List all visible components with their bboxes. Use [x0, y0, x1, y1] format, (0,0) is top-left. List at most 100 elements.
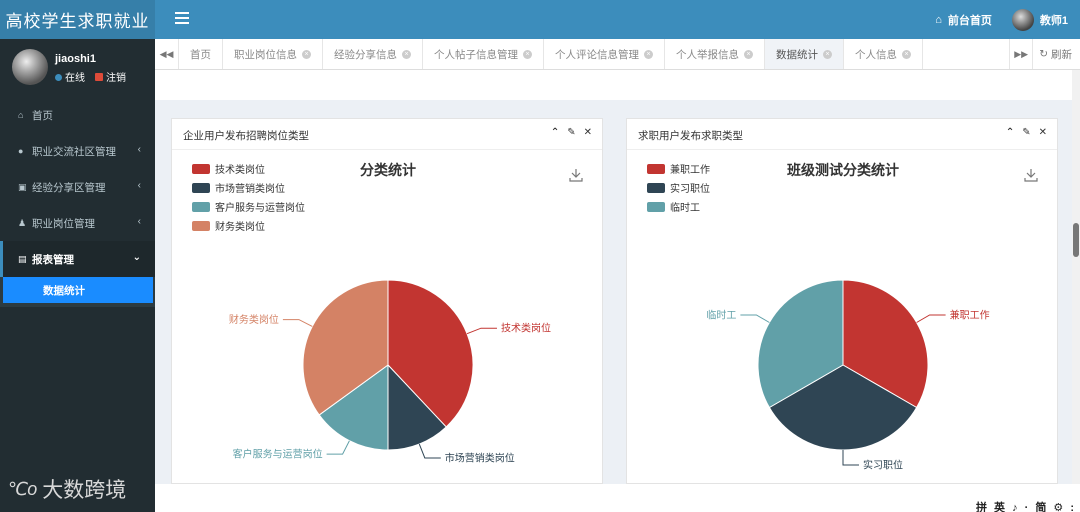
frontend-home-link[interactable]: ⌂ 前台首页 [935, 12, 992, 28]
pie-chart-job-types: 分类统计技术类岗位市场营销类岗位客户服务与运营岗位财务类岗位技术类岗位市场营销类… [192, 162, 583, 464]
top-navbar: ⌂ 前台首页 教师1 [155, 0, 1080, 39]
frontend-home-label: 前台首页 [947, 14, 992, 27]
user-name: jiaoshi1 [55, 53, 96, 65]
tab-post-management[interactable]: 个人帖子信息管理 × [423, 39, 544, 69]
app-logo-title[interactable]: 高校学生求职就业 [0, 0, 155, 39]
user-menu-label: 教师1 [1039, 14, 1068, 27]
close-icon[interactable]: × [823, 49, 832, 59]
tab-personal-info[interactable]: 个人信息 × [844, 39, 923, 69]
collapse-icon[interactable]: ⌃ [551, 127, 559, 138]
tab-scroll-left-button[interactable]: ◀◀ [155, 39, 179, 69]
legend-item[interactable]: 市场营销类岗位 [192, 182, 285, 195]
panel-tools: ⌃ ✎ ✕ [551, 127, 592, 138]
download-icon[interactable] [569, 169, 583, 182]
legend-swatch [647, 164, 665, 174]
user-menu[interactable]: 教师1 [1011, 8, 1068, 31]
logout-icon [95, 73, 103, 81]
legend-label: 财务类岗位 [215, 220, 265, 233]
table-icon: ▤ [18, 253, 27, 264]
logout-link[interactable]: 注销 [95, 69, 126, 84]
sidebar-toggle-icon[interactable] [175, 12, 189, 26]
chevron-down-icon: ⌄ [132, 252, 141, 263]
avatar [1011, 8, 1034, 31]
download-icon[interactable] [1024, 169, 1038, 182]
slice-label: 临时工 [706, 309, 736, 322]
close-icon[interactable]: ✕ [1039, 127, 1047, 138]
slice-label: 技术类岗位 [501, 322, 551, 335]
user-panel: jiaoshi1 在线 注销 [0, 39, 155, 97]
legend-label: 市场营销类岗位 [215, 182, 285, 195]
tab-comment-management[interactable]: 个人评论信息管理 × [544, 39, 665, 69]
watermark-logo-icon: ℃o [8, 478, 37, 499]
legend-swatch [192, 164, 210, 174]
sidebar-item-label: 经验分享区管理 [32, 181, 106, 194]
home-icon: ⌂ [935, 13, 942, 26]
close-icon[interactable]: × [523, 49, 532, 59]
job-type-panel: 企业用户发布招聘岗位类型 ⌃ ✎ ✕ 分类统计 技术类岗位 市场营销类岗位 客户服务与… [171, 118, 603, 484]
tab-experience-info[interactable]: 经验分享信息 × [323, 39, 423, 69]
reports-submenu: 数据统计 [0, 277, 155, 307]
sidebar-item-home[interactable]: ⌂ 首页 [0, 97, 155, 133]
online-status: 在线 [55, 69, 85, 84]
content-header-area [155, 70, 1072, 100]
sidebar-item-label: 报表管理 [32, 253, 74, 266]
panel-header: 企业用户发布招聘岗位类型 ⌃ ✎ ✕ [172, 119, 602, 150]
tab-scroll-right-button[interactable]: ▶▶ [1009, 39, 1034, 69]
tab-report-info[interactable]: 个人举报信息 × [665, 39, 765, 69]
close-icon[interactable]: × [644, 49, 653, 59]
sidebar-item-jobs[interactable]: ♟ 职业岗位管理 ‹ [0, 205, 155, 241]
sidebar-item-experience[interactable]: ▣ 经验分享区管理 ‹ [0, 169, 155, 205]
legend-swatch [192, 221, 210, 231]
legend-swatch [647, 183, 665, 193]
book-icon: ▣ [18, 181, 27, 192]
slice-label: 财务类岗位 [229, 313, 279, 326]
panel-header: 求职用户发布求职类型 ⌃ ✎ ✕ [627, 119, 1057, 150]
close-icon[interactable]: ✕ [584, 127, 592, 138]
legend-swatch [192, 183, 210, 193]
tab-statistics[interactable]: 数据统计 × [765, 39, 844, 69]
label-leader-line [282, 319, 313, 327]
legend-item[interactable]: 财务类岗位 [192, 220, 265, 233]
tab-job-info[interactable]: 职业岗位信息 × [223, 39, 323, 69]
tab-home[interactable]: 首页 [179, 39, 223, 69]
sidebar: jiaoshi1 在线 注销 ⌂ 首页 ● 职业交流社区管理 ‹ ▣ 经验分享区… [0, 39, 155, 512]
legend-item[interactable]: 实习职位 [647, 182, 710, 195]
sidebar-item-community[interactable]: ● 职业交流社区管理 ‹ [0, 133, 155, 169]
chevron-left-icon: ‹ [137, 180, 141, 191]
refresh-button[interactable]: ↻ 刷新 [1033, 39, 1080, 69]
page-scrollbar[interactable] [1072, 70, 1080, 490]
close-icon[interactable]: × [302, 49, 311, 59]
legend-item[interactable]: 临时工 [647, 201, 700, 214]
content-bottom [155, 484, 1080, 512]
wrench-icon[interactable]: ✎ [1022, 127, 1030, 138]
legend-label: 客户服务与运营岗位 [215, 201, 305, 214]
sidebar-item-label: 职业岗位管理 [32, 217, 95, 230]
chevron-left-icon: ‹ [137, 144, 141, 155]
watermark: ℃o 大数跨境 [8, 474, 126, 504]
watermark-text: 大数跨境 [42, 479, 127, 502]
scrollbar-thumb[interactable] [1073, 223, 1079, 257]
label-leader-line [326, 440, 350, 455]
sidebar-item-label: 首页 [32, 109, 53, 122]
ime-toolbar[interactable]: 拼 英 ♪ · 简 ⚙ : [976, 499, 1076, 512]
collapse-icon[interactable]: ⌃ [1006, 127, 1014, 138]
panel-title: 求职用户发布求职类型 [638, 130, 743, 142]
close-icon[interactable]: × [902, 49, 911, 59]
label-leader-line [740, 314, 770, 323]
sidebar-item-label: 职业交流社区管理 [32, 145, 116, 158]
sidebar-subitem-statistics[interactable]: 数据统计 [3, 277, 153, 303]
legend-item[interactable]: 兼职工作 [647, 163, 710, 176]
close-icon[interactable]: × [402, 49, 411, 59]
online-dot-icon [55, 74, 62, 81]
close-icon[interactable]: × [744, 49, 753, 59]
chart-title: 分类统计 [360, 162, 416, 178]
sidebar-item-reports[interactable]: ▤ 报表管理 ⌄ [0, 241, 155, 277]
seeking-type-panel: 求职用户发布求职类型 ⌃ ✎ ✕ 班级测试分类统计 兼职工作 实习职位 临时工 兼职工作… [626, 118, 1058, 484]
label-leader-line [466, 327, 497, 335]
label-leader-line [842, 450, 859, 466]
chart-title: 班级测试分类统计 [787, 162, 899, 178]
legend-item[interactable]: 客户服务与运营岗位 [192, 201, 305, 214]
wrench-icon[interactable]: ✎ [567, 127, 575, 138]
legend-item[interactable]: 技术类岗位 [192, 163, 265, 176]
chevron-left-icon: ‹ [137, 216, 141, 227]
